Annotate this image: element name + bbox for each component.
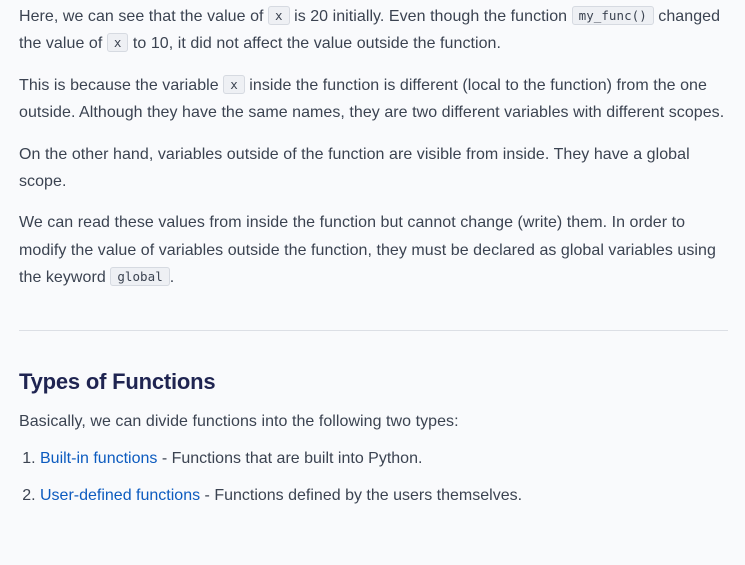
- paragraph-scope-example: Here, we can see that the value of x is …: [19, 0, 727, 58]
- list-item-description: - Functions defined by the users themsel…: [200, 487, 523, 505]
- paragraph-global-scope: On the other hand, variables outside of …: [19, 145, 690, 191]
- list-item-description: - Functions that are built into Python.: [157, 450, 423, 468]
- paragraph-text: to 10, it did not affect the value outsi…: [128, 35, 501, 53]
- paragraph-text: .: [169, 269, 175, 287]
- paragraph-text: Here, we can see that the value of: [19, 8, 269, 25]
- inline-code-x: x: [268, 6, 290, 25]
- list-item: User-defined functions - Functions defin…: [40, 482, 727, 509]
- paragraph-text: is 20 initially. Even though the functio…: [289, 8, 572, 25]
- section-divider: [19, 329, 728, 331]
- article-content: Here, we can see that the value of x is …: [0, 0, 745, 509]
- user-defined-functions-link[interactable]: User-defined functions: [40, 487, 200, 504]
- inline-code-my-func: my_func(): [571, 6, 654, 25]
- builtin-functions-link[interactable]: Built-in functions: [40, 450, 157, 467]
- paragraph-local-variable: This is because the variable x inside th…: [19, 72, 727, 127]
- inline-code-x: x: [106, 33, 129, 53]
- inline-code-x: x: [223, 74, 245, 94]
- section-heading: Types of Functions: [19, 368, 216, 394]
- list-item: Built-in functions - Functions that are …: [40, 445, 727, 472]
- paragraph-text: This is because the variable: [19, 76, 224, 94]
- section-intro: Basically, we can divide functions into …: [19, 412, 459, 430]
- paragraph-global-keyword: We can read these values from inside the…: [19, 209, 727, 291]
- function-types-list: Built-in functions - Functions that are …: [19, 445, 727, 509]
- inline-code-global: global: [110, 267, 170, 287]
